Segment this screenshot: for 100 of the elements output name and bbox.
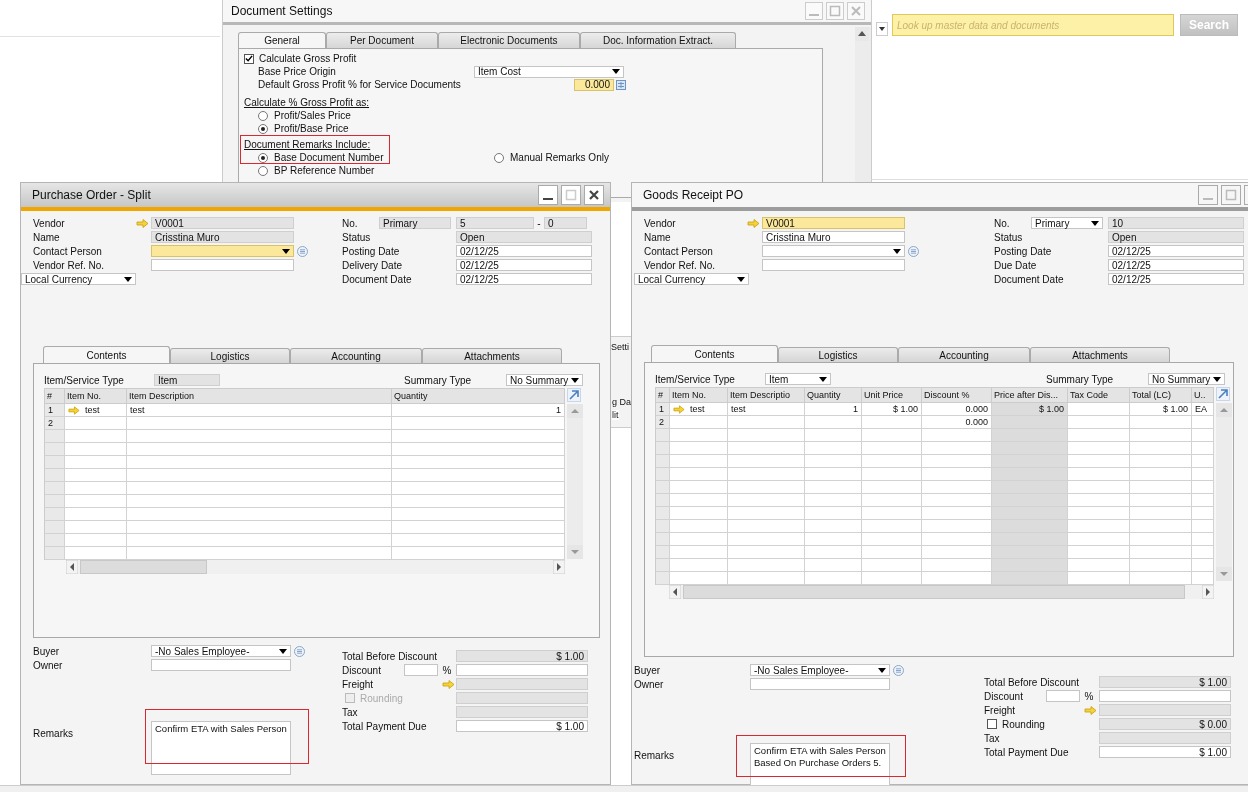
calculator-icon[interactable] (616, 79, 626, 90)
radio-button[interactable] (258, 123, 268, 134)
text-field[interactable] (762, 259, 905, 271)
dropdown[interactable]: No Summary (506, 374, 583, 386)
caret-icon[interactable] (876, 22, 888, 36)
number-field[interactable]: 0.000 (574, 78, 614, 91)
checkbox[interactable] (244, 53, 254, 64)
dropdown[interactable]: Item Cost (474, 65, 624, 78)
tab[interactable]: Contents (651, 345, 778, 362)
text-field[interactable] (750, 678, 890, 690)
list-icon[interactable] (294, 645, 305, 657)
tab[interactable]: Per Document (326, 32, 438, 48)
search-field[interactable]: Look up master data and documents (892, 14, 1174, 36)
column-header[interactable]: Item No. (65, 389, 127, 404)
maximize-icon[interactable] (826, 2, 844, 20)
amount-field[interactable] (456, 692, 588, 704)
column-header[interactable]: Item Description (127, 389, 392, 404)
dropdown[interactable] (762, 245, 905, 257)
tab[interactable]: Accounting (898, 347, 1030, 362)
link-arrow-icon[interactable] (747, 218, 760, 228)
column-header[interactable]: # (45, 389, 65, 404)
dropdown[interactable]: -No Sales Employee- (750, 664, 890, 676)
text-field[interactable]: 02/12/25 (456, 259, 592, 271)
dropdown[interactable]: Local Currency (634, 273, 749, 285)
text-field[interactable]: Primary (379, 217, 451, 229)
radio-button[interactable] (258, 110, 268, 121)
horizontal-scrollbar[interactable] (669, 585, 1214, 599)
maximize-icon[interactable] (1221, 185, 1241, 205)
amount-field[interactable] (456, 678, 588, 690)
text-field[interactable]: Open (456, 231, 592, 243)
dropdown[interactable]: Primary (1031, 217, 1103, 229)
radio-button[interactable] (258, 165, 268, 176)
tab[interactable]: Doc. Information Extract. (580, 32, 736, 48)
amount-field[interactable] (456, 664, 588, 676)
list-icon[interactable] (297, 245, 308, 257)
tab[interactable]: Logistics (778, 347, 898, 362)
text-field[interactable]: V0001 (762, 217, 905, 229)
text-field[interactable]: 02/12/25 (456, 245, 592, 257)
text-field[interactable]: 5 (456, 217, 534, 229)
amount-field[interactable] (456, 706, 588, 718)
text-field[interactable] (151, 259, 294, 271)
dropdown[interactable]: -No Sales Employee- (151, 645, 291, 657)
link-arrow-icon[interactable] (1084, 705, 1097, 715)
tab[interactable]: Attachments (1030, 347, 1170, 362)
column-header[interactable]: Item Descriptio (728, 388, 805, 403)
column-header[interactable]: Price after Dis... (992, 388, 1068, 403)
column-header[interactable]: Total (LC) (1130, 388, 1192, 403)
right-arrow-icon[interactable] (1202, 585, 1214, 599)
tab[interactable]: Attachments (422, 348, 562, 363)
text-field[interactable]: 02/12/25 (1108, 273, 1244, 285)
amount-field[interactable]: $ 1.00 (1099, 676, 1231, 688)
text-field[interactable]: 02/12/25 (1108, 245, 1244, 257)
amount-field[interactable]: $ 1.00 (1099, 746, 1231, 758)
tab[interactable]: Logistics (170, 348, 290, 363)
dropdown[interactable]: Local Currency (21, 273, 136, 285)
vertical-scrollbar[interactable] (855, 27, 871, 182)
remarks-field[interactable]: Confirm ETA with Sales Person Based On Purchase Orders 5. (750, 743, 890, 787)
amount-field[interactable] (1099, 732, 1231, 744)
text-field[interactable]: Item (154, 374, 220, 386)
amount-field[interactable] (1099, 690, 1231, 702)
column-header[interactable]: Unit Price (862, 388, 922, 403)
tab[interactable]: Contents (43, 346, 170, 363)
percent-field[interactable] (404, 664, 438, 676)
text-field[interactable]: Crisstina Muro (151, 231, 294, 243)
expand-icon[interactable] (567, 388, 581, 402)
list-icon[interactable] (893, 664, 904, 676)
horizontal-scrollbar[interactable] (66, 560, 565, 574)
right-arrow-icon[interactable] (553, 560, 565, 574)
link-arrow-icon[interactable] (136, 218, 149, 228)
left-arrow-icon[interactable] (66, 560, 78, 574)
amount-field[interactable]: $ 1.00 (456, 720, 588, 732)
link-arrow-icon[interactable] (68, 405, 80, 415)
text-field[interactable]: 02/12/25 (1108, 259, 1244, 271)
expand-icon[interactable] (1216, 387, 1230, 401)
minimize-icon[interactable] (538, 185, 558, 205)
amount-field[interactable]: $ 1.00 (456, 650, 588, 662)
column-header[interactable]: # (656, 388, 670, 403)
link-arrow-icon[interactable] (442, 679, 455, 689)
tab[interactable]: Electronic Documents (438, 32, 580, 48)
dropdown[interactable] (151, 245, 294, 257)
tab[interactable]: Accounting (290, 348, 422, 363)
left-arrow-icon[interactable] (669, 585, 681, 599)
text-field[interactable]: Open (1108, 231, 1244, 243)
link-arrow-icon[interactable] (673, 404, 685, 414)
checkbox[interactable] (987, 719, 997, 729)
column-header[interactable]: Tax Code (1068, 388, 1130, 403)
amount-field[interactable]: $ 0.00 (1099, 718, 1231, 730)
text-field[interactable]: 10 (1108, 217, 1244, 229)
text-field[interactable]: 0 (544, 217, 587, 229)
dropdown[interactable]: Item (765, 373, 831, 385)
list-icon[interactable] (908, 245, 919, 257)
amount-field[interactable] (1099, 704, 1231, 716)
column-header[interactable]: U.. (1192, 388, 1214, 403)
text-field[interactable]: Crisstina Muro (762, 231, 905, 243)
percent-field[interactable] (1046, 690, 1080, 702)
radio-button[interactable] (258, 152, 268, 163)
radio-button[interactable] (494, 152, 504, 163)
column-header[interactable]: Quantity (805, 388, 862, 403)
column-header[interactable]: Item No. (670, 388, 728, 403)
text-field[interactable]: V0001 (151, 217, 294, 229)
